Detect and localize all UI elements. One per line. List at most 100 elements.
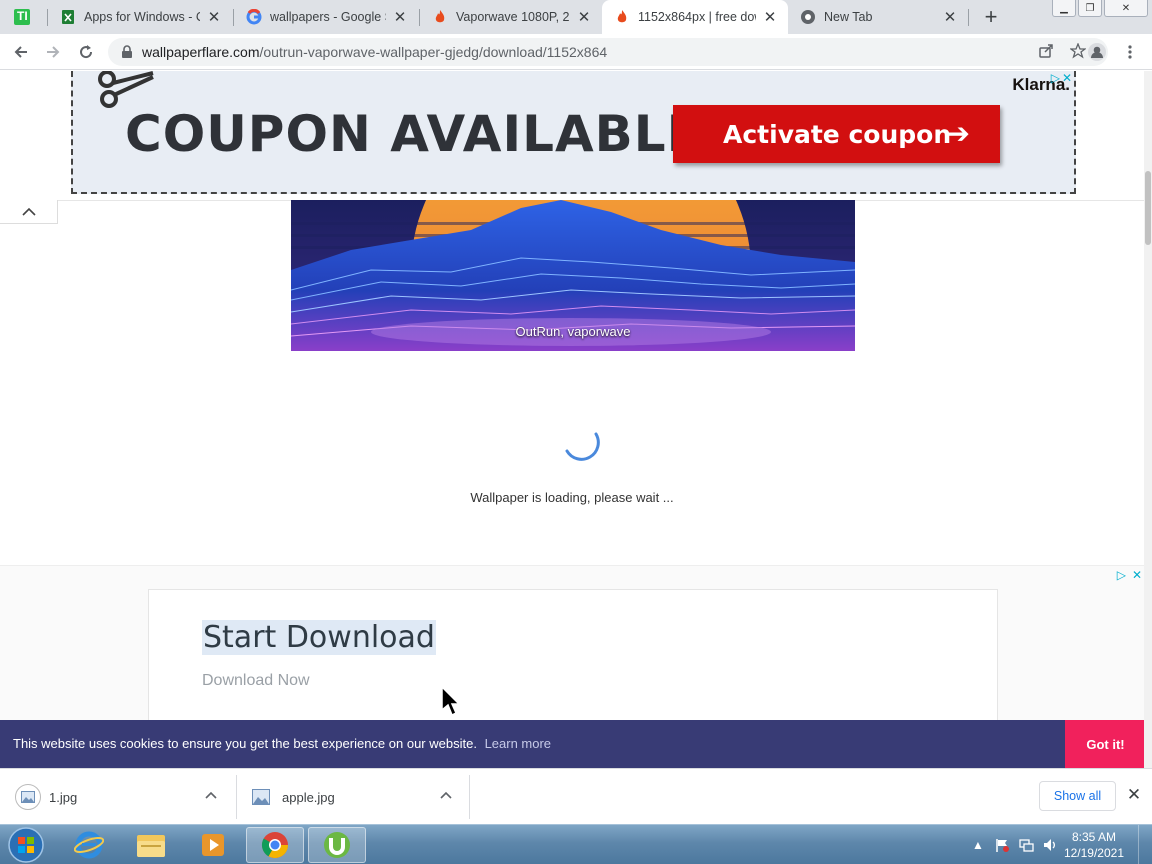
system-clock[interactable]: 8:35 AM 12/19/2021	[1064, 829, 1124, 861]
show-all-downloads-button[interactable]: Show all	[1039, 781, 1116, 811]
network-icon[interactable]	[1016, 835, 1036, 855]
tab-title: New Tab	[824, 10, 873, 24]
flame-icon	[614, 9, 630, 25]
restore-button[interactable]: ❐	[1078, 0, 1102, 17]
internet-explorer-icon	[74, 831, 104, 859]
taskbar-internet-explorer[interactable]	[60, 827, 118, 863]
taskbar-media-player[interactable]	[184, 827, 242, 863]
browser-toolbar: wallpaperflare.com/outrun-vaporwave-wall…	[0, 34, 1152, 70]
download-item[interactable]: apple.jpg	[252, 773, 462, 821]
scrollbar-thumb[interactable]	[1145, 171, 1151, 245]
url-path: /outrun-vaporwave-wallpaper-gjedg/downlo…	[259, 44, 608, 60]
loading-spinner-icon	[565, 432, 600, 461]
tab-close-icon[interactable]: ✕	[762, 9, 778, 26]
close-window-button[interactable]: ✕	[1104, 0, 1148, 17]
chrome-icon	[261, 832, 289, 859]
got-it-button[interactable]: Got it!	[1065, 720, 1144, 768]
download-shelf: 1.jpg apple.jpg Show all ✕	[0, 768, 1152, 824]
folder-icon	[137, 835, 165, 857]
tab-active-download[interactable]: 1152x864px | free dow ✕	[602, 0, 788, 34]
reload-button[interactable]	[74, 40, 98, 64]
close-shelf-icon[interactable]: ✕	[1124, 785, 1144, 805]
tab-title: wallpapers - Google Sh	[270, 10, 386, 24]
profile-avatar-icon[interactable]	[1085, 40, 1109, 64]
download-now-link[interactable]: Download Now	[202, 672, 310, 690]
menu-kebab-icon[interactable]	[1118, 40, 1142, 64]
tab-close-icon[interactable]: ✕	[206, 9, 222, 26]
tab-wallpapers-google[interactable]: wallpapers - Google Sh ✕	[234, 0, 418, 34]
clock-date: 12/19/2021	[1063, 846, 1124, 860]
cookie-message: This website uses cookies to ensure you …	[13, 736, 551, 751]
adchoices-icon[interactable]: ▷	[1051, 71, 1060, 85]
chevron-up-icon[interactable]	[440, 787, 452, 802]
tab-title: Apps for Windows - C	[84, 10, 200, 24]
share-icon[interactable]	[1038, 43, 1054, 62]
tab-title: Vaporwave 1080P, 2K,	[456, 10, 570, 24]
windows-taskbar: ▲ 8:35 AM 12/19/2021	[0, 824, 1152, 864]
volume-icon[interactable]	[1040, 835, 1060, 855]
system-tray: ▲	[968, 825, 1152, 864]
tab-strip: TI Apps for Windows - C ✕ wallpapers - G…	[0, 0, 1152, 34]
download-item[interactable]: 1.jpg	[15, 773, 225, 821]
mouse-cursor-icon	[441, 686, 461, 717]
sheets-icon	[60, 9, 76, 25]
chrome-icon	[800, 9, 816, 25]
loading-message: Wallpaper is loading, please wait ...	[470, 490, 674, 505]
download-filename: 1.jpg	[49, 789, 78, 805]
wallpaper-preview[interactable]: OutRun, vaporwave	[291, 200, 855, 351]
image-file-icon	[15, 784, 41, 810]
new-tab-button[interactable]: +	[979, 4, 1003, 29]
activate-coupon-button[interactable]: Activate coupon ➔	[673, 105, 1000, 163]
ad-choices[interactable]: ▷ ✕	[1051, 71, 1072, 85]
forward-button[interactable]	[41, 40, 65, 64]
arrow-right-icon: ➔	[946, 117, 970, 150]
bookmark-star-icon[interactable]	[1069, 42, 1087, 62]
clock-time: 8:35 AM	[1071, 830, 1116, 844]
media-player-icon	[202, 834, 224, 856]
adchoices-icon[interactable]: ▷	[1117, 568, 1126, 582]
ad-headline: COUPON AVAILABLE	[125, 105, 702, 163]
address-bar[interactable]: wallpaperflare.com/outrun-vaporwave-wall…	[108, 38, 1108, 66]
back-button[interactable]	[9, 40, 33, 64]
tab-vaporwave[interactable]: Vaporwave 1080P, 2K, ✕	[420, 0, 602, 34]
divider	[236, 775, 237, 819]
windows-logo-icon	[8, 827, 44, 863]
ad-choices[interactable]: ▷ ✕	[1117, 568, 1142, 582]
utorrent-icon	[324, 832, 350, 858]
tab-title: 1152x864px | free dow	[638, 10, 756, 24]
tab-close-icon[interactable]: ✕	[576, 9, 592, 26]
image-file-icon	[252, 789, 270, 805]
tab-new-tab[interactable]: New Tab ✕	[788, 0, 968, 34]
web-page: COUPON AVAILABLE Activate coupon ➔ Klarn…	[0, 71, 1144, 768]
lock-icon	[122, 45, 132, 58]
collapse-ad-button[interactable]	[0, 200, 58, 224]
ad-close-icon[interactable]: ✕	[1062, 71, 1072, 85]
top-ad-banner[interactable]: COUPON AVAILABLE Activate coupon ➔ Klarn…	[71, 71, 1076, 194]
scissors-icon	[98, 71, 154, 108]
chevron-up-icon[interactable]	[205, 787, 217, 802]
taskbar-chrome[interactable]	[246, 827, 304, 863]
activate-coupon-label: Activate coupon	[723, 119, 952, 149]
chevron-up-icon	[21, 207, 36, 216]
ad-close-icon[interactable]: ✕	[1132, 568, 1142, 582]
tab-close-icon[interactable]: ✕	[392, 9, 408, 26]
learn-more-link[interactable]: Learn more	[485, 736, 551, 751]
show-desktop-button[interactable]	[1138, 825, 1152, 864]
download-filename: apple.jpg	[282, 789, 335, 805]
tab-apps-for-windows[interactable]: Apps for Windows - C ✕	[48, 0, 232, 34]
start-download-heading[interactable]: Start Download	[202, 620, 436, 655]
tab-close-icon[interactable]: ✕	[942, 9, 958, 26]
taskbar-utorrent[interactable]	[308, 827, 366, 863]
page-scrollbar[interactable]	[1144, 71, 1152, 768]
taskbar-file-explorer[interactable]	[122, 827, 180, 863]
cookie-text: This website uses cookies to ensure you …	[13, 736, 477, 751]
minimize-button[interactable]: ▁	[1052, 0, 1076, 17]
start-button[interactable]	[4, 826, 48, 864]
google-icon	[246, 8, 262, 25]
show-hidden-icons-icon[interactable]: ▲	[968, 835, 988, 855]
flame-icon	[432, 9, 448, 25]
ti-app-icon: TI	[14, 9, 30, 25]
action-center-flag-icon[interactable]	[992, 835, 1012, 855]
cookie-banner: This website uses cookies to ensure you …	[0, 720, 1144, 768]
tab-pinned[interactable]: TI	[14, 0, 44, 34]
